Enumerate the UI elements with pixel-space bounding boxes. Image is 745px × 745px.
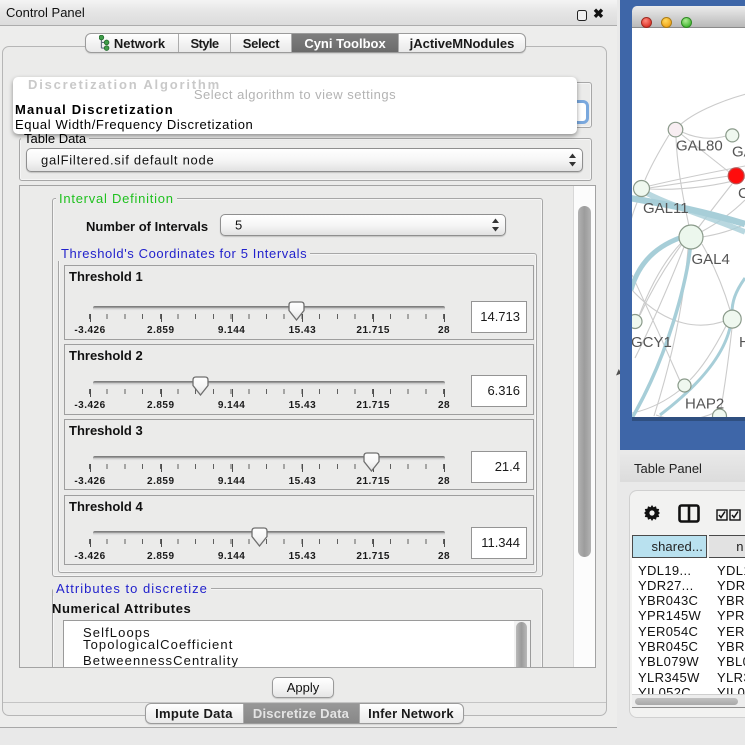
svg-text:CB: CB bbox=[738, 185, 745, 202]
svg-text:GAL11: GAL11 bbox=[643, 200, 689, 217]
svg-text:GCY1: GCY1 bbox=[632, 334, 672, 351]
svg-text:GAL4: GAL4 bbox=[692, 251, 730, 268]
svg-text:GAL: GAL bbox=[732, 144, 745, 161]
svg-text:HA: HA bbox=[739, 334, 745, 351]
svg-text:GAL80: GAL80 bbox=[676, 138, 723, 155]
svg-text:HAP2: HAP2 bbox=[685, 396, 724, 413]
